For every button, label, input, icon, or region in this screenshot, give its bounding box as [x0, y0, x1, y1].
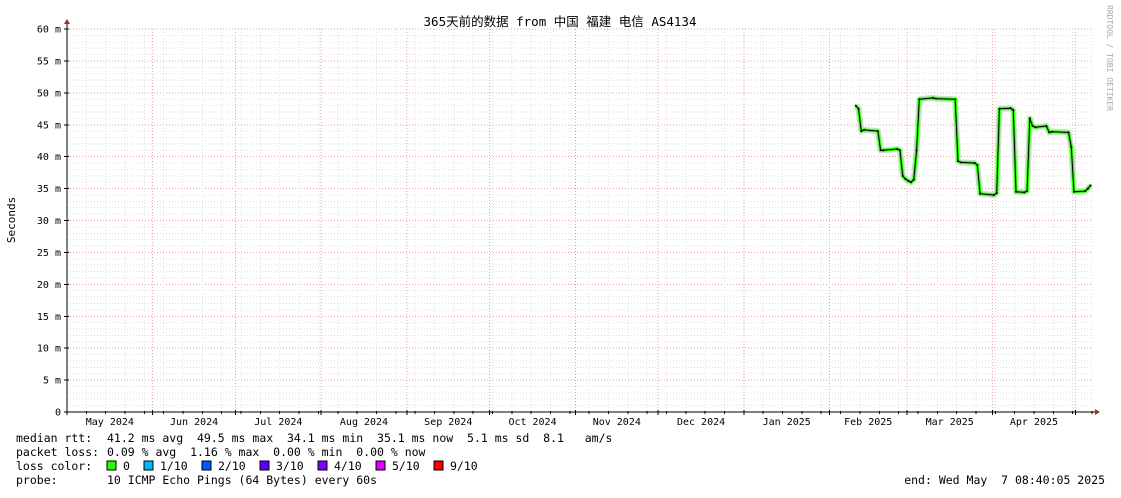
loss-color-swatch: [201, 460, 212, 471]
loss-color-swatch: [433, 460, 444, 471]
series-point: [854, 104, 857, 107]
series-point: [904, 178, 907, 181]
series-point: [954, 98, 957, 101]
loss-color-label: 5/10: [392, 459, 420, 473]
series-point: [857, 107, 860, 110]
legend-packet-loss-label: packet loss:: [16, 445, 99, 459]
series-point: [973, 162, 976, 165]
series-point: [910, 181, 913, 184]
loss-color-swatch: [259, 460, 270, 471]
series-point: [896, 148, 899, 151]
x-tick-label: Apr 2025: [1010, 417, 1058, 428]
y-tick-label: 30 m: [37, 216, 61, 227]
series-point: [1015, 190, 1018, 193]
series-point: [995, 192, 998, 195]
series-point: [879, 149, 882, 152]
series-point: [1089, 184, 1092, 187]
series-point: [882, 149, 885, 152]
y-tick-label: 5 m: [43, 376, 61, 387]
y-tick-label: 45 m: [37, 120, 61, 131]
series-point: [1050, 130, 1053, 133]
series-point: [934, 97, 937, 100]
series-point: [1028, 117, 1031, 120]
legend-end-time: end: Wed May 7 08:40:05 2025: [904, 473, 1105, 487]
legend-packet-loss-stats: 0.09 % avg 1.16 % max 0.00 % min 0.00 % …: [107, 445, 426, 459]
y-tick-label: 50 m: [37, 88, 61, 99]
series-point: [901, 174, 904, 177]
x-tick-label: Nov 2024: [593, 417, 641, 428]
y-tick-label: 35 m: [37, 184, 61, 195]
y-tick-label: 15 m: [37, 312, 61, 323]
loss-color-swatch: [106, 460, 117, 471]
series-point: [1070, 146, 1073, 149]
series-point: [1067, 131, 1070, 134]
series-point: [907, 179, 910, 182]
x-tick-label: Mar 2025: [926, 417, 974, 428]
loss-color-label: 3/10: [276, 459, 304, 473]
series-point: [876, 130, 879, 133]
series-point: [1084, 190, 1087, 193]
series-point: [959, 161, 962, 164]
y-tick-label: 10 m: [37, 344, 61, 355]
series-point: [915, 149, 918, 152]
y-tick-label: 0: [55, 408, 61, 419]
loss-color-label: 4/10: [334, 459, 362, 473]
series-point: [998, 107, 1001, 110]
series-point: [898, 149, 901, 152]
series-point: [860, 130, 863, 133]
series-point: [918, 98, 921, 101]
y-tick-label: 55 m: [37, 56, 61, 67]
x-tick-label: May 2024: [86, 417, 134, 428]
series-point: [992, 193, 995, 196]
y-tick-label: 20 m: [37, 280, 61, 291]
x-tick-label: Jul 2024: [254, 417, 302, 428]
series-point: [1023, 191, 1026, 194]
series-point: [1012, 109, 1015, 112]
watermark: RRDTOOL / TOBI OETIKER: [1105, 5, 1114, 111]
series-point: [863, 128, 866, 131]
loss-color-swatch: [375, 460, 386, 471]
series-point: [1034, 126, 1037, 129]
legend-probe-text: 10 ICMP Echo Pings (64 Bytes) every 60s: [107, 473, 377, 487]
loss-color-swatch: [143, 460, 154, 471]
loss-color-label: 9/10: [450, 459, 478, 473]
series-point: [979, 192, 982, 195]
legend-median-rtt-stats: 41.2 ms avg 49.5 ms max 34.1 ms min 35.1…: [107, 431, 612, 445]
legend-median-rtt-label: median rtt:: [16, 431, 92, 445]
series-point: [912, 178, 915, 181]
x-tick-label: Feb 2025: [844, 417, 892, 428]
series-point: [1026, 190, 1029, 193]
chart-title: 365天前的数据 from 中国 福建 电信 AS4134: [424, 14, 697, 29]
loss-color-label: 0: [123, 459, 130, 473]
x-tick-label: Dec 2024: [677, 417, 725, 428]
y-axis-label: Seconds: [5, 197, 18, 243]
series-point: [932, 96, 935, 99]
series-point: [1086, 187, 1089, 190]
x-tick-label: Sep 2024: [424, 417, 472, 428]
legend-loss-color-label: loss color:: [16, 459, 92, 473]
x-tick-label: Jan 2025: [763, 417, 811, 428]
y-tick-label: 60 m: [37, 25, 61, 36]
x-tick-label: Aug 2024: [340, 417, 388, 428]
series-point: [1031, 125, 1034, 128]
legend-probe-label: probe:: [16, 473, 58, 487]
series-point: [976, 163, 979, 166]
x-tick-label: Oct 2024: [508, 417, 556, 428]
loss-color-label: 2/10: [218, 459, 246, 473]
series-point: [1048, 131, 1051, 134]
y-tick-label: 40 m: [37, 152, 61, 163]
x-tick-label: Jun 2024: [170, 417, 218, 428]
series-point: [1009, 107, 1012, 110]
y-tick-label: 25 m: [37, 248, 61, 259]
chart-svg: 0 5 m 10 m 15 m 20 m 25 m 30 m 35 m 40 m 45 m 50 m…: [0, 0, 1121, 494]
series-point: [1073, 190, 1076, 193]
series-point: [957, 160, 960, 163]
loss-color-label: 1/10: [160, 459, 188, 473]
loss-color-swatch: [317, 460, 328, 471]
series-point: [1045, 125, 1048, 128]
smokeping-chart: 0 5 m 10 m 15 m 20 m 25 m 30 m 35 m 40 m 45 m 50 m…: [0, 0, 1121, 494]
